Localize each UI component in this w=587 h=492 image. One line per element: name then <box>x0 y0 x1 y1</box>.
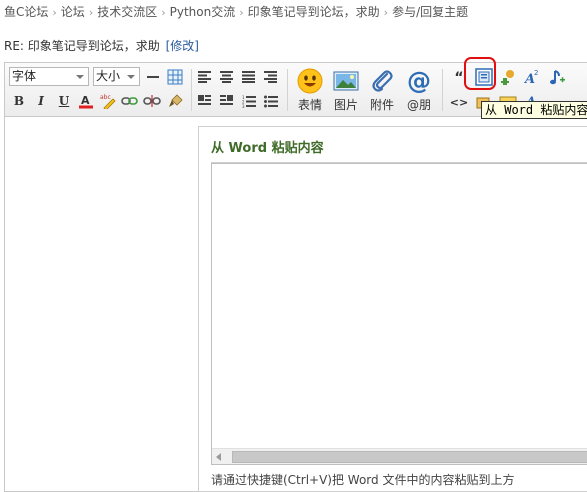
paste-from-word-dialog: 从 Word 粘贴内容 请通过快捷键(Ctrl+V)把 Word 文件中的内容粘… <box>198 126 587 492</box>
image-label: 图片 <box>333 98 358 112</box>
breadcrumb-forum[interactable]: 论坛 <box>61 5 85 19</box>
horizontal-rule-icon <box>147 76 159 78</box>
edit-title-link[interactable]: [修改] <box>166 39 199 53</box>
breadcrumb: 鱼C论坛 › 论坛 › 技术交流区 › Python交流 › 印象笔记导到论坛，求助 › 参与/回复… <box>4 3 468 20</box>
highlight-ring <box>464 57 496 90</box>
svg-text:A: A <box>81 94 90 107</box>
insert-link-button[interactable] <box>121 92 139 110</box>
float-right-button[interactable] <box>218 92 236 110</box>
align-right-icon <box>264 71 277 83</box>
float-right-icon <box>220 95 233 105</box>
superscript-button[interactable]: A 2 <box>523 68 541 86</box>
svg-text:@: @ <box>407 67 431 95</box>
svg-text:3: 3 <box>242 104 245 108</box>
align-left-icon <box>198 71 211 83</box>
emoticon-label: 表情 <box>297 98 322 112</box>
code-icon: <> <box>449 95 469 109</box>
paperclip-icon <box>372 70 393 92</box>
reply-title-text: RE: 印象笔记导到论坛，求助 <box>4 39 160 53</box>
breadcrumb-separator: › <box>239 6 244 19</box>
smiley-icon <box>297 68 323 94</box>
breadcrumb-separator: › <box>383 6 389 19</box>
breadcrumb-current: 参与/回复主题 <box>392 5 469 19</box>
breadcrumb-tech-exchange[interactable]: 技术交流区 <box>97 5 157 19</box>
horizontal-scrollbar[interactable] <box>212 448 587 464</box>
code-button[interactable]: <> <box>450 93 468 111</box>
float-left-button[interactable] <box>196 92 214 110</box>
emoticon-button[interactable]: 表情 <box>292 65 328 113</box>
attachment-button[interactable]: 附件 <box>364 65 400 113</box>
paste-area[interactable] <box>211 163 587 465</box>
user-add-button[interactable] <box>499 68 517 86</box>
svg-text:abc: abc <box>100 94 111 101</box>
font-family-select-label: 字体 <box>12 69 37 83</box>
paste-from-word-tooltip: 从 Word 粘贴内容 <box>481 101 587 119</box>
breadcrumb-separator: › <box>88 6 94 19</box>
unlink-icon <box>143 95 161 107</box>
font-size-select-label: 大小 <box>96 69 121 83</box>
italic-icon: I <box>38 94 44 108</box>
at-icon: @ <box>407 67 431 95</box>
toolbar-divider <box>191 69 192 111</box>
font-size-select[interactable]: 大小 <box>93 67 140 86</box>
unordered-list-button[interactable] <box>262 92 280 110</box>
brush-icon <box>169 94 183 107</box>
align-left-button[interactable] <box>196 68 214 86</box>
breadcrumb-python[interactable]: Python交流 <box>170 5 236 19</box>
breadcrumb-separator: › <box>161 6 166 19</box>
font-color-icon: A <box>79 94 93 109</box>
superscript-icon: A 2 <box>523 69 538 86</box>
highlight-color-button[interactable]: abc <box>99 92 117 110</box>
ordered-list-icon: 123 <box>242 95 256 108</box>
image-button[interactable]: 图片 <box>328 65 364 113</box>
italic-button[interactable]: I <box>32 92 50 110</box>
attachment-label: 附件 <box>369 98 394 112</box>
align-center-button[interactable] <box>218 68 236 86</box>
dialog-title: 从 Word 粘贴内容 <box>211 141 324 156</box>
svg-text:2: 2 <box>534 69 538 77</box>
table-icon <box>167 69 183 85</box>
align-justify-icon <box>242 71 255 83</box>
mention-friend-label: @朋 <box>406 98 431 112</box>
float-left-icon <box>198 95 211 105</box>
underline-icon: U <box>58 94 70 108</box>
bold-icon: B <box>13 94 25 108</box>
align-justify-button[interactable] <box>240 68 258 86</box>
music-note-icon <box>550 70 565 85</box>
font-family-select[interactable]: 字体 <box>9 67 89 86</box>
user-key-icon <box>501 70 514 85</box>
bullet-list-icon <box>264 95 278 107</box>
breadcrumb-separator: › <box>52 6 57 19</box>
ordered-list-button[interactable]: 123 <box>240 92 258 110</box>
toolbar-divider <box>287 69 288 111</box>
chevron-down-icon <box>127 75 135 79</box>
breadcrumb-home[interactable]: 鱼C论坛 <box>4 5 48 19</box>
insert-table-button[interactable] <box>166 68 184 86</box>
mention-friend-button[interactable]: @ @朋 <box>401 65 437 113</box>
chevron-down-icon <box>76 75 84 79</box>
scroll-left-icon[interactable] <box>216 453 221 461</box>
bold-button[interactable]: B <box>10 92 28 110</box>
breadcrumb-thread[interactable]: 印象笔记导到论坛，求助 <box>248 5 380 19</box>
remove-link-button[interactable] <box>143 92 161 110</box>
clear-format-button[interactable] <box>167 92 185 110</box>
font-color-button[interactable]: A <box>77 92 95 110</box>
image-icon <box>333 71 359 91</box>
reply-title: RE: 印象笔记导到论坛，求助 [修改] <box>4 37 199 54</box>
horizontal-rule-button[interactable] <box>144 68 162 86</box>
insert-music-button[interactable] <box>548 68 566 86</box>
scrollbar-thumb[interactable] <box>232 451 587 463</box>
paste-hint: 请通过快捷键(Ctrl+V)把 Word 文件中的内容粘贴到上方 <box>211 473 515 487</box>
quote-icon: “ <box>454 70 464 86</box>
link-icon <box>121 97 138 105</box>
underline-button[interactable]: U <box>55 92 73 110</box>
toolbar-divider <box>442 69 443 111</box>
align-right-button[interactable] <box>262 68 280 86</box>
highlighter-icon: abc <box>100 94 116 109</box>
align-center-icon <box>220 71 233 83</box>
